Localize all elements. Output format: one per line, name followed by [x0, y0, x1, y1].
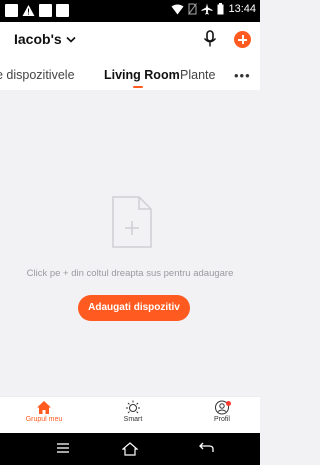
notification-icons — [5, 4, 69, 17]
nav-smart[interactable]: Smart — [103, 400, 163, 423]
notification-icon — [56, 4, 69, 17]
room-tabs: e dispozitivele Living Room Plante ••• — [0, 58, 260, 90]
battery-icon — [217, 3, 224, 15]
sun-icon — [126, 400, 140, 414]
nav-label: Grupul meu — [25, 416, 63, 423]
nav-home[interactable]: Grupul meu — [14, 400, 74, 423]
empty-document-icon — [112, 196, 152, 248]
home-selector[interactable]: Iacob's — [14, 31, 76, 47]
nav-label: Profil — [214, 416, 230, 423]
notification-badge — [226, 401, 231, 406]
add-device-button[interactable]: Adaugati dispozitiv — [78, 295, 190, 321]
add-icon[interactable] — [234, 31, 251, 48]
chevron-down-icon — [66, 36, 76, 43]
tab-living-room[interactable]: Living Room — [104, 68, 180, 82]
warning-icon — [22, 5, 35, 16]
wifi-icon — [171, 4, 184, 14]
mic-icon[interactable] — [203, 30, 217, 48]
notification-icon — [39, 4, 52, 17]
home-button-icon[interactable] — [122, 442, 138, 456]
more-icon[interactable]: ••• — [234, 68, 251, 83]
tab-plante[interactable]: Plante — [180, 68, 230, 82]
notification-icon — [5, 4, 18, 17]
status-bar: 13:44 — [0, 0, 260, 22]
active-tab-indicator — [133, 86, 143, 88]
android-nav-bar — [0, 433, 260, 465]
home-icon — [37, 401, 51, 414]
home-name: Iacob's — [14, 31, 62, 47]
menu-icon[interactable] — [56, 442, 70, 454]
back-icon[interactable] — [198, 442, 214, 454]
nav-profile[interactable]: Profil — [192, 400, 252, 423]
status-time: 13:44 — [228, 3, 256, 15]
airplane-icon — [201, 3, 213, 15]
device-list-empty: Click pe + din coltul dreapta sus pentru… — [0, 90, 260, 396]
nav-label: Smart — [123, 416, 143, 423]
status-icons: 13:44 — [171, 3, 256, 15]
no-sim-icon — [188, 3, 198, 15]
bottom-nav: Grupul meu Smart Profil — [0, 396, 260, 433]
tab-all-devices[interactable]: e dispozitivele — [0, 68, 75, 82]
top-bar: Iacob's — [0, 22, 260, 58]
empty-hint: Click pe + din coltul dreapta sus pentru… — [26, 268, 234, 279]
